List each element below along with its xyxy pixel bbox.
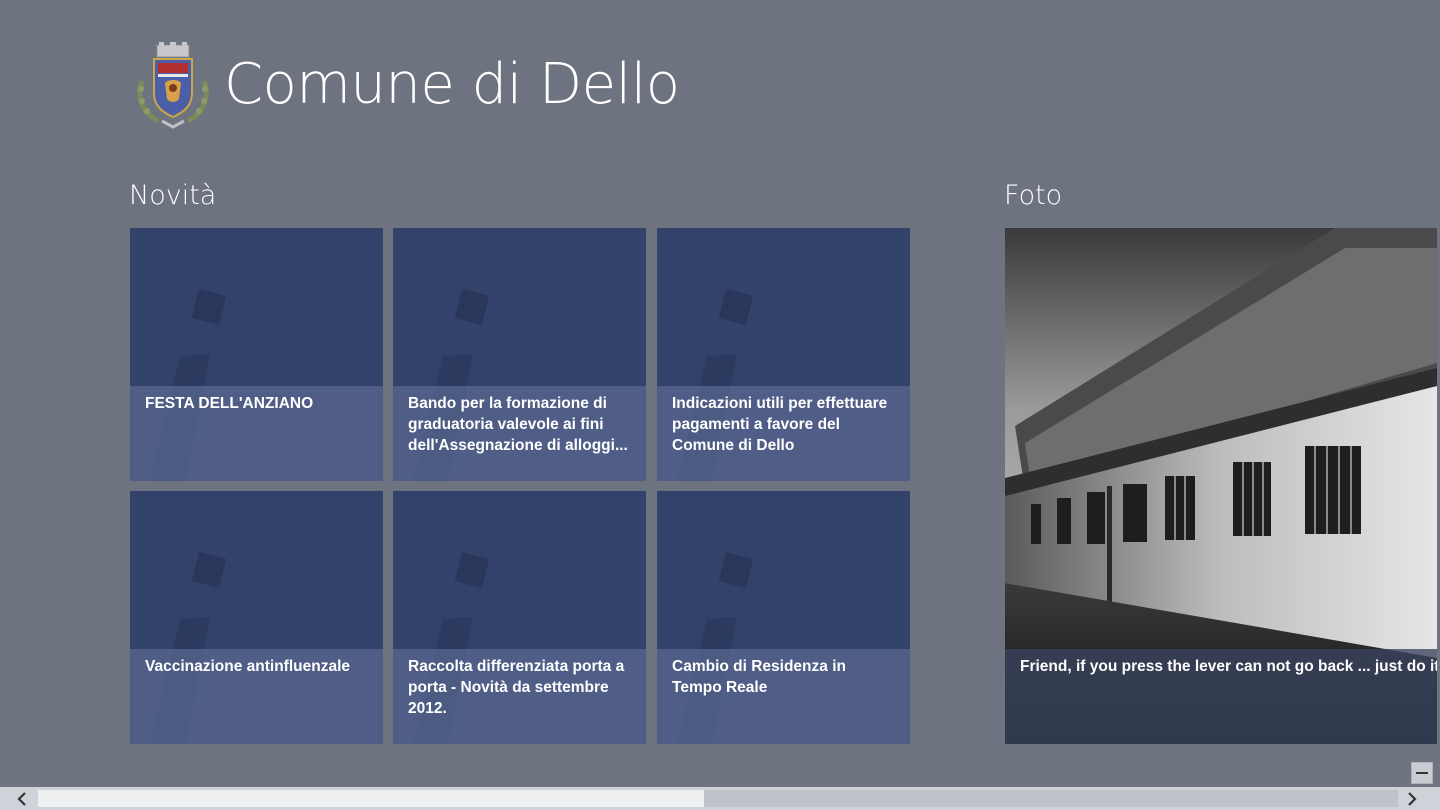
- news-tile[interactable]: Raccolta differenziata porta a porta - N…: [393, 491, 646, 744]
- news-tile-title: FESTA DELL'ANZIANO: [130, 386, 383, 481]
- photo-caption: Friend, if you press the lever can not g…: [1005, 649, 1437, 744]
- news-tile-title: Bando per la formazione di graduatoria v…: [393, 386, 646, 481]
- news-tile-title: Cambio di Residenza in Tempo Reale: [657, 649, 910, 744]
- section-title-news[interactable]: Novità: [129, 180, 216, 211]
- news-tile[interactable]: Bando per la formazione di graduatoria v…: [393, 228, 646, 481]
- scroll-track[interactable]: [38, 790, 1398, 807]
- photo-tile[interactable]: Friend, if you press the lever can not g…: [1005, 228, 1437, 744]
- app-title: Comune di Dello: [224, 52, 680, 117]
- news-tile[interactable]: Vaccinazione antinfluenzale: [130, 491, 383, 744]
- chevron-left-icon: [17, 791, 26, 806]
- minus-icon: [1416, 772, 1428, 774]
- section-title-photos[interactable]: Foto: [1004, 180, 1062, 211]
- news-tile-title: Raccolta differenziata porta a porta - N…: [393, 649, 646, 744]
- municipal-crest-logo: [137, 42, 209, 129]
- news-tile[interactable]: Indicazioni utili per effettuare pagamen…: [657, 228, 910, 481]
- news-tile[interactable]: Cambio di Residenza in Tempo Reale: [657, 491, 910, 744]
- news-tile[interactable]: FESTA DELL'ANZIANO: [130, 228, 383, 481]
- scroll-thumb[interactable]: [38, 790, 704, 807]
- semantic-zoom-button[interactable]: [1411, 762, 1433, 784]
- app-header: Comune di Dello: [132, 40, 680, 130]
- chevron-right-icon: [1408, 791, 1417, 806]
- scroll-left-button[interactable]: [4, 787, 40, 810]
- scroll-right-button[interactable]: [1394, 787, 1430, 810]
- horizontal-scrollbar[interactable]: [0, 787, 1440, 810]
- news-tile-title: Indicazioni utili per effettuare pagamen…: [657, 386, 910, 481]
- news-tile-title: Vaccinazione antinfluenzale: [130, 649, 383, 744]
